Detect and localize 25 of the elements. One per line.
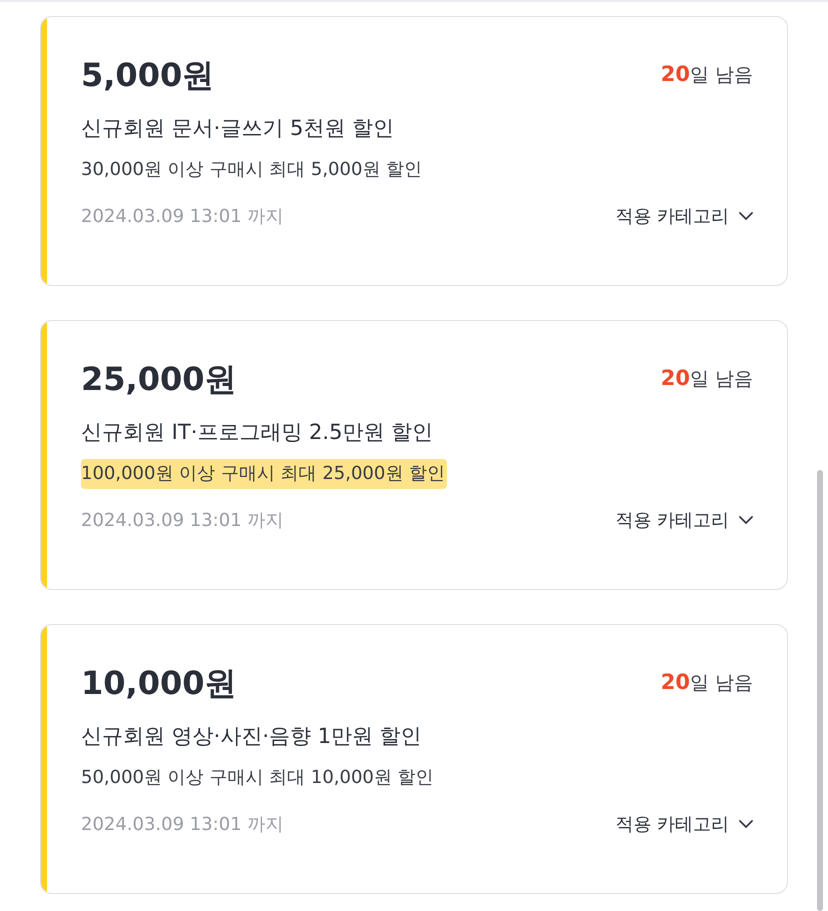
coupon-condition: 30,000원 이상 구매시 최대 5,000원 할인 <box>81 158 422 182</box>
days-left-count: 20 <box>660 669 690 696</box>
chevron-down-icon <box>739 212 753 221</box>
scrollbar[interactable] <box>817 470 823 911</box>
days-left-label: 일 남음 <box>690 63 753 88</box>
coupon-title: 신규회원 영상·사진·음향 1만원 할인 <box>81 723 423 750</box>
coupon-amount: 25,000원 <box>81 359 236 399</box>
category-toggle[interactable]: 적용 카테고리 <box>615 203 753 230</box>
days-left-label: 일 남음 <box>690 367 753 392</box>
days-left-count: 20 <box>660 61 690 88</box>
days-left-label: 일 남음 <box>690 671 753 696</box>
expiry-date: 2024.03.09 13:01 까지 <box>81 509 284 533</box>
coupon-amount: 10,000원 <box>81 663 236 703</box>
expiry-date: 2024.03.09 13:01 까지 <box>81 813 284 837</box>
coupon-condition: 50,000원 이상 구매시 최대 10,000원 할인 <box>81 766 434 790</box>
expiry-date: 2024.03.09 13:01 까지 <box>81 205 284 229</box>
coupon-amount: 5,000원 <box>81 55 214 95</box>
category-toggle[interactable]: 적용 카테고리 <box>615 507 753 534</box>
days-left-count: 20 <box>660 365 690 392</box>
chevron-down-icon <box>739 820 753 829</box>
coupon-condition: 100,000원 이상 구매시 최대 25,000원 할인 <box>81 459 448 489</box>
coupon-title: 신규회원 문서·글쓰기 5천원 할인 <box>81 115 396 142</box>
chevron-down-icon <box>739 516 753 525</box>
category-toggle[interactable]: 적용 카테고리 <box>615 811 753 838</box>
coupon-title: 신규회원 IT·프로그래밍 2.5만원 할인 <box>81 419 434 446</box>
